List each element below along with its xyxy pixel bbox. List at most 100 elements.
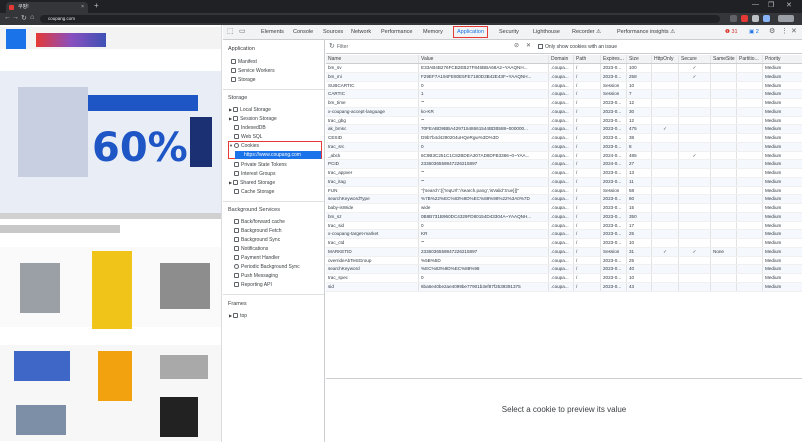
column-header-httponly[interactable]: HttpOnly [651, 55, 678, 63]
table-row[interactable]: overrideAbTestGroup %5B%5D .coupa.../2023-… [326, 256, 802, 266]
address-bar[interactable]: coupang.com [40, 15, 720, 23]
maximize-button[interactable]: ❐ [768, 1, 774, 9]
table-row[interactable]: x-coupang-target-market KR .coupa.../2023-… [326, 230, 802, 239]
sidebar-item-notifications[interactable]: Notifications [234, 245, 268, 253]
product-thumb[interactable] [160, 355, 208, 379]
tab-security[interactable]: Security [499, 25, 519, 39]
table-row[interactable]: trac_src 0 .coupa.../2023-0... 8 Medium [326, 142, 802, 152]
column-header-size[interactable]: Size [626, 55, 651, 63]
table-row[interactable]: PCID 2336036559847226215897 .coupa.../2024… [326, 160, 802, 169]
product-thumb[interactable] [16, 405, 66, 435]
tab-application[interactable]: Application [453, 26, 488, 38]
sidebar-item-shared-storage[interactable]: ▶ Shared Storage [229, 179, 275, 187]
table-row[interactable]: SUBCARTIC 0 .coupa... / Session 10 Medium [326, 81, 802, 91]
tab-sources[interactable]: Sources [323, 25, 343, 39]
column-header-samesite[interactable]: SameSite [710, 55, 736, 63]
tab-performance-insights[interactable]: Performance insights ⚠ [617, 25, 675, 39]
category-menu-icon[interactable] [6, 29, 26, 49]
new-tab-button[interactable]: + [94, 1, 99, 10]
column-header-expires[interactable]: Expires... [600, 55, 626, 63]
product-thumb[interactable] [14, 351, 70, 381]
sidebar-item-push-messaging[interactable]: Push Messaging [234, 272, 278, 280]
browser-tab[interactable]: 쿠팡! × [6, 2, 88, 13]
profile-avatar[interactable] [763, 15, 770, 22]
table-row[interactable]: FUN "{'search':[{'reqUrl':'/search.pang',… [326, 186, 802, 196]
table-row[interactable]: bm_sv E33AB4B276FCB2EB27F845BBA68A2~YAAQN… [326, 64, 802, 73]
device-toolbar-icon[interactable]: ▭ [239, 27, 246, 35]
tab-close-icon[interactable]: × [81, 2, 84, 13]
menu-button[interactable] [778, 15, 794, 22]
tab-console[interactable]: Console [293, 25, 313, 39]
tab-network[interactable]: Network [351, 25, 371, 39]
tab-recorder[interactable]: Recorder ⚠ [572, 25, 601, 39]
sidebar-item-periodic-sync[interactable]: Periodic Background Sync [234, 263, 300, 271]
sidebar-item-session-storage[interactable]: ▶ Session Storage [229, 115, 277, 123]
sidebar-item-reporting-api[interactable]: Reporting API [234, 281, 272, 289]
tab-elements[interactable]: Elements [261, 25, 284, 39]
more-options-icon[interactable]: ⋮ [781, 27, 788, 35]
table-row[interactable]: x-coupang-accept-language ko-KR .coupa... /… [326, 107, 802, 117]
filter-input[interactable]: Filter [337, 43, 497, 51]
sidebar-item-bfcache[interactable]: Back/forward cache [234, 218, 285, 226]
refresh-icon[interactable]: ↻ [329, 42, 335, 50]
table-row[interactable]: sid 6ba6e40be2ae4099be77901b3ef87f2539391… [326, 282, 802, 292]
product-thumb[interactable] [98, 351, 132, 401]
settings-gear-icon[interactable]: ⚙ [769, 27, 775, 35]
tab-lighthouse[interactable]: Lighthouse [533, 25, 560, 39]
table-row[interactable]: CESID D9b7b4d4290204uHQeRgw%3D%3D .coupa..… [326, 134, 802, 143]
inspect-element-icon[interactable]: ⬚ [227, 27, 234, 35]
sidebar-item-payment-handler[interactable]: Payment Handler [234, 254, 280, 262]
extension-icon[interactable] [730, 15, 737, 22]
sidebar-item-private-state-tokens[interactable]: Private State Tokens [234, 161, 287, 169]
table-row[interactable]: trac_ctd "" .coupa.../2023-0... 10 Medium [326, 239, 802, 248]
close-devtools-icon[interactable]: ✕ [791, 27, 797, 35]
reload-button[interactable]: ↻ [21, 14, 27, 22]
table-row[interactable]: trac_appver "" .coupa.../2023-0... 13 Medium [326, 169, 802, 178]
product-thumb[interactable] [160, 397, 198, 437]
column-header-secure[interactable]: Secure [678, 55, 710, 63]
column-header-name[interactable]: Name [326, 55, 418, 63]
table-row[interactable]: searchKeywordType %7B%22%EC%83%9D%EC%88%9… [326, 195, 802, 204]
table-row[interactable]: MARKETID 2336036559847226215897 .coupa... /… [326, 247, 802, 257]
table-row[interactable]: trac_spec 0 .coupa.../2023-0... 10 Medium [326, 274, 802, 283]
sidebar-item-background-sync[interactable]: Background Sync [234, 236, 280, 244]
only-issue-checkbox[interactable]: Only show cookies with an issue [538, 43, 617, 51]
extension-icon[interactable] [741, 15, 748, 22]
column-header-domain[interactable]: Domain [548, 55, 573, 63]
column-header-value[interactable]: Value [418, 55, 548, 63]
table-row[interactable]: trac_itag "" .coupa.../2023-0... 11 Medium [326, 177, 802, 187]
warning-count-badge[interactable]: ▣ 2 [749, 25, 759, 39]
sidebar-item-service-workers[interactable]: Service Workers [231, 67, 275, 75]
puzzle-icon[interactable] [752, 15, 759, 22]
sidebar-item-manifest[interactable]: Manifest [231, 58, 257, 66]
sidebar-item-background-fetch[interactable]: Background Fetch [234, 227, 282, 235]
table-row[interactable]: searchKeyword %EC%83%9D%EC%88%98 .coupa...… [326, 265, 802, 274]
sidebar-item-local-storage[interactable]: ▶ Local Storage [229, 106, 271, 114]
table-row[interactable]: ak_bmsc 70FEABD9BBA42971548661544BDB588~0… [326, 125, 802, 134]
delete-icon[interactable]: ✕ [526, 42, 531, 49]
sidebar-item-indexeddb[interactable]: IndexedDB [234, 124, 266, 132]
sidebar-item-web-sql[interactable]: Web SQL [234, 133, 263, 141]
home-button[interactable]: ⌂ [30, 14, 34, 21]
sidebar-item-storage-overview[interactable]: Storage [231, 76, 256, 84]
table-row[interactable]: trac_gbg "" .coupa.../2023-0... 12 Medium [326, 116, 802, 126]
table-row[interactable]: baby-isWide wide .coupa.../2023-0... 15 Medi… [326, 204, 802, 213]
table-row[interactable]: _abck 6C9B3C251C1C82BDEA307AD8DFB3366~0~Y… [326, 151, 802, 161]
table-row[interactable]: CARTIC 1 .coupa... / Session 7 Medium [326, 90, 802, 99]
column-header-partition[interactable]: Partitio... [736, 55, 762, 63]
product-thumb[interactable] [20, 263, 60, 313]
column-header-priority[interactable]: Priority [762, 55, 802, 63]
product-thumb[interactable] [92, 251, 132, 329]
error-count-badge[interactable]: ❶ 31 [725, 25, 738, 39]
table-row[interactable]: trac_sid 0 .coupa.../2023-0... 17 Medium [326, 221, 802, 231]
minimize-button[interactable]: — [752, 1, 759, 8]
sidebar-item-cookies[interactable]: ▼ Cookies [229, 142, 259, 150]
tab-performance[interactable]: Performance [381, 25, 413, 39]
forward-button[interactable]: → [12, 14, 19, 21]
table-row[interactable]: bm_time "" .coupa.../2023-0... 12 Medium [326, 99, 802, 108]
table-row[interactable]: bm_sz 0B8B731B960DC4329FD80154D43304A~YAA… [326, 212, 802, 222]
table-row[interactable]: bm_mi F29EF7A194FE80E5FE7180D3B42E43F~YAA… [326, 72, 802, 82]
coupang-logo[interactable] [36, 33, 106, 47]
back-button[interactable]: ← [4, 14, 11, 21]
sidebar-item-cache-storage[interactable]: Cache Storage [234, 188, 274, 196]
